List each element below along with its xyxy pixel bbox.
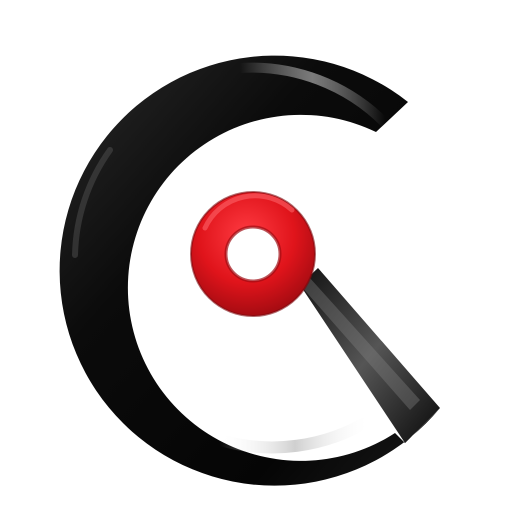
red-ring bbox=[190, 191, 316, 317]
g-logo-icon bbox=[59, 55, 441, 486]
logo-canvas bbox=[0, 0, 512, 512]
